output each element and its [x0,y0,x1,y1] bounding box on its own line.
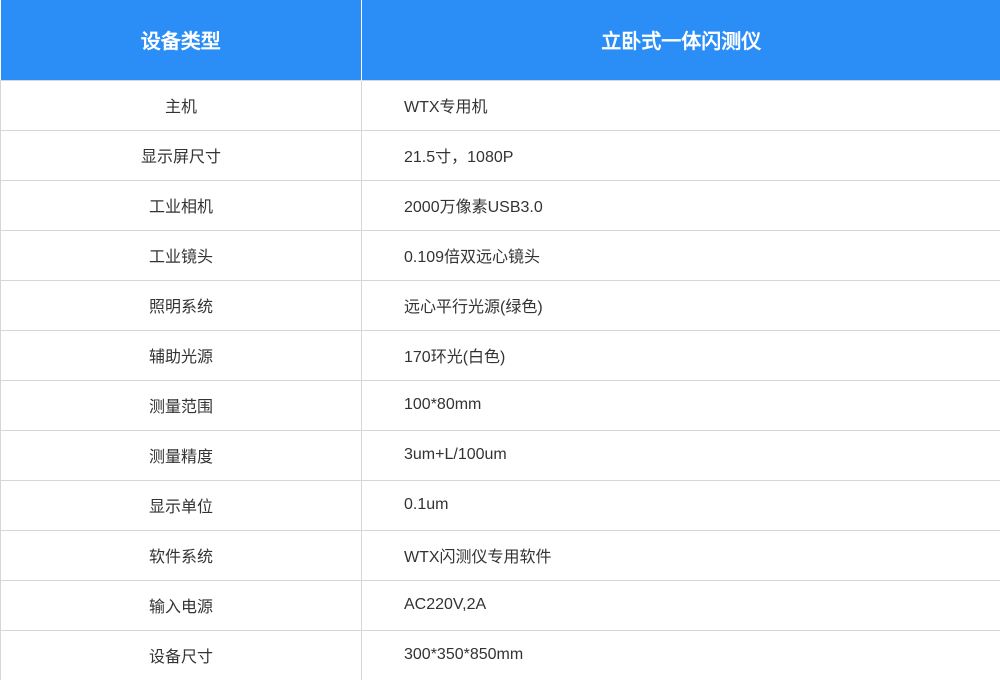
row-value: 170环光(白色) [361,329,1000,381]
table-row: 输入电源 AC220V,2A [0,579,1000,631]
table-row: 显示单位 0.1um [0,479,1000,531]
table-row: 工业相机 2000万像素USB3.0 [0,179,1000,231]
row-label: 软件系统 [0,529,362,581]
row-value: 100*80mm [361,379,1000,431]
row-label: 工业相机 [0,179,362,231]
header-row: 设备类型 立卧式一体闪测仪 [0,0,1000,80]
row-label: 显示单位 [0,479,362,531]
table-row: 主机 WTX专用机 [0,79,1000,131]
row-label: 测量范围 [0,379,362,431]
spec-table: 设备类型 立卧式一体闪测仪 主机 WTX专用机 显示屏尺寸 21.5寸，1080… [0,0,1000,680]
table-row: 照明系统 远心平行光源(绿色) [0,279,1000,331]
row-value: AC220V,2A [361,579,1000,631]
table-row: 测量范围 100*80mm [0,379,1000,431]
table-row: 设备尺寸 300*350*850mm [0,629,1000,680]
row-label: 输入电源 [0,579,362,631]
table-row: 显示屏尺寸 21.5寸，1080P [0,129,1000,181]
row-label: 工业镜头 [0,229,362,281]
table-header: 设备类型 立卧式一体闪测仪 [0,0,1000,80]
row-value: 21.5寸，1080P [361,129,1000,181]
row-value: 3um+L/100um [361,429,1000,481]
row-value: WTX专用机 [361,79,1000,131]
table-row: 辅助光源 170环光(白色) [0,329,1000,381]
row-label: 测量精度 [0,429,362,481]
row-label: 照明系统 [0,279,362,331]
header-device-model: 立卧式一体闪测仪 [361,0,1000,80]
row-label: 设备尺寸 [0,629,362,680]
table-body: 主机 WTX专用机 显示屏尺寸 21.5寸，1080P 工业相机 2000万像素… [0,79,1000,680]
row-label: 辅助光源 [0,329,362,381]
row-value: 0.109倍双远心镜头 [361,229,1000,281]
table-row: 测量精度 3um+L/100um [0,429,1000,481]
header-device-type: 设备类型 [0,0,362,80]
row-label: 主机 [0,79,362,131]
row-value: WTX闪测仪专用软件 [361,529,1000,581]
row-value: 2000万像素USB3.0 [361,179,1000,231]
table-row: 软件系统 WTX闪测仪专用软件 [0,529,1000,581]
table-row: 工业镜头 0.109倍双远心镜头 [0,229,1000,281]
row-value: 300*350*850mm [361,629,1000,680]
row-label: 显示屏尺寸 [0,129,362,181]
row-value: 远心平行光源(绿色) [361,279,1000,331]
row-value: 0.1um [361,479,1000,531]
